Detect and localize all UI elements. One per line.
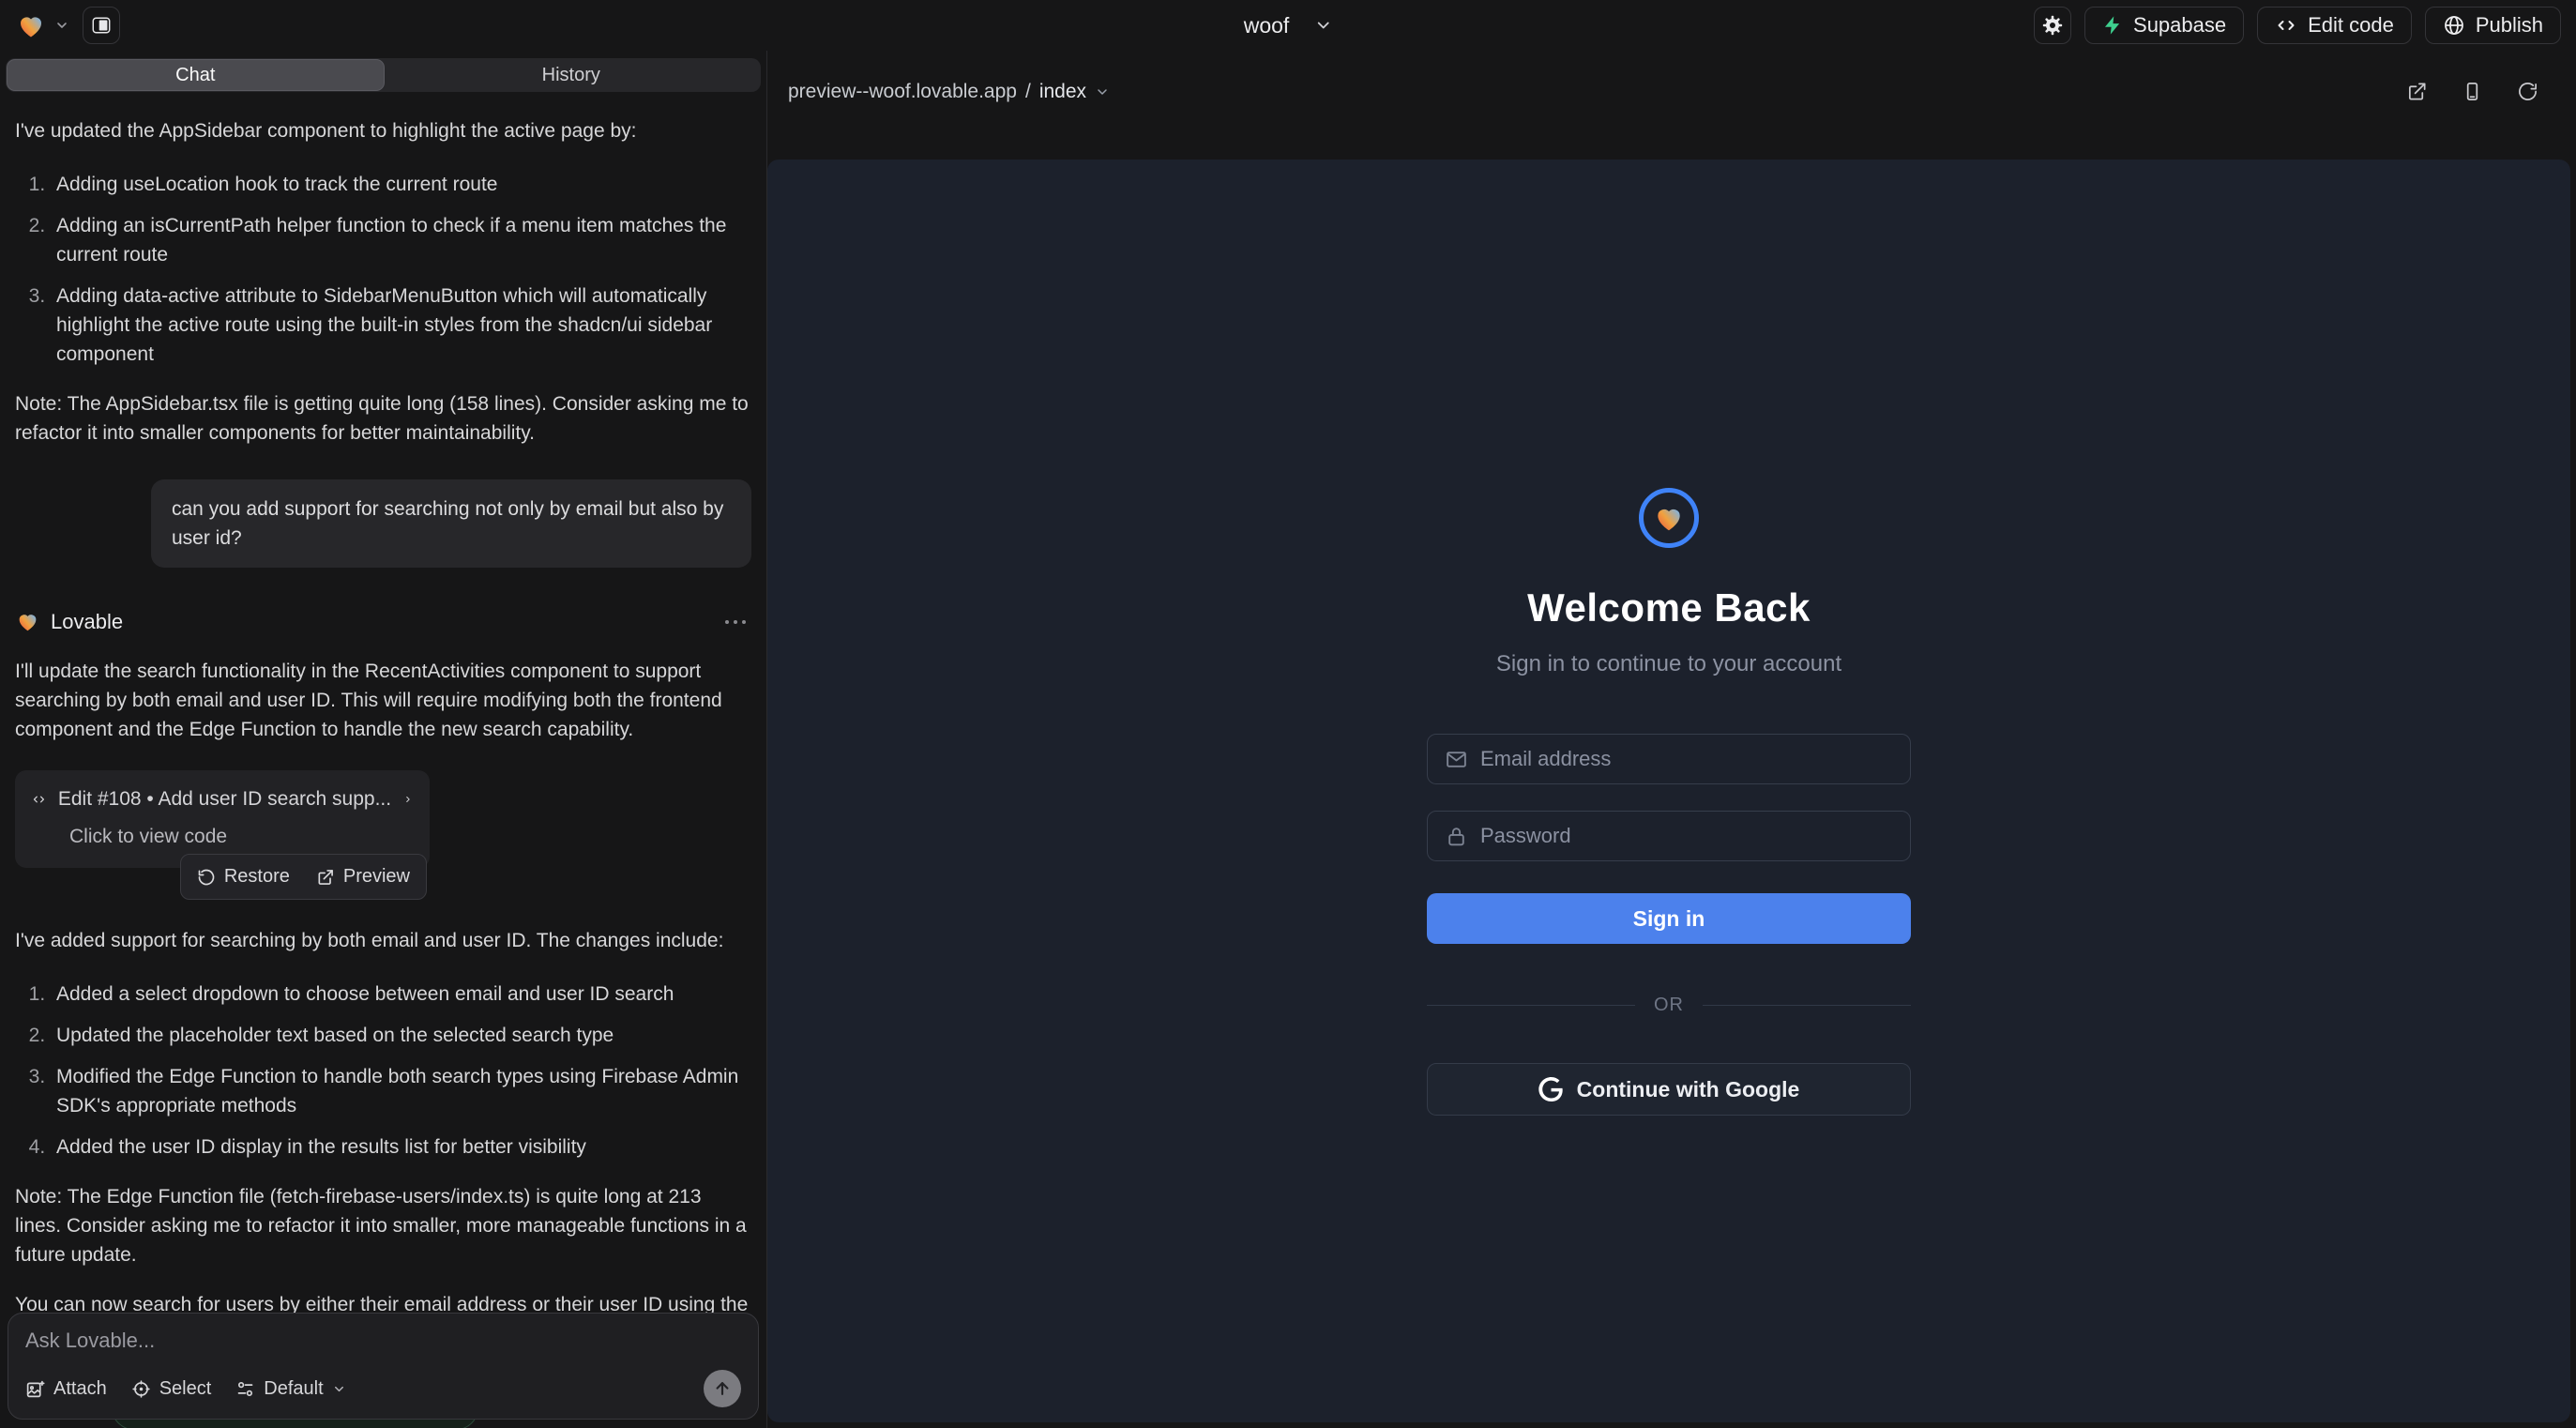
chevron-down-icon bbox=[332, 1382, 346, 1396]
edit-card-actions: Restore Preview bbox=[180, 854, 427, 900]
assistant-paragraph: I've updated the AppSidebar component to… bbox=[15, 116, 751, 145]
supabase-icon bbox=[2102, 15, 2123, 36]
chat-panel: Chat History I've updated the AppSidebar… bbox=[0, 51, 767, 1428]
or-divider: OR bbox=[1427, 995, 1911, 1016]
code-brackets-icon bbox=[2275, 14, 2297, 37]
restore-button[interactable]: Restore bbox=[197, 862, 290, 891]
edit-code-button[interactable]: Edit code bbox=[2257, 7, 2412, 44]
gear-icon bbox=[2041, 14, 2064, 37]
globe-icon bbox=[2443, 14, 2465, 37]
chevron-down-icon bbox=[54, 18, 69, 33]
user-message-bubble: can you add support for searching not on… bbox=[151, 479, 751, 568]
list-item: Adding data-active attribute to SidebarM… bbox=[51, 281, 751, 369]
project-name: woof bbox=[1244, 13, 1290, 38]
lovable-logo-heart-icon[interactable] bbox=[15, 11, 69, 40]
app-logo bbox=[1639, 488, 1699, 548]
settings-button[interactable] bbox=[2034, 7, 2071, 44]
preview-button[interactable]: Preview bbox=[316, 862, 410, 891]
edit-code-card[interactable]: Edit #108 • Add user ID search supp... C… bbox=[15, 770, 430, 868]
tab-chat[interactable]: Chat bbox=[8, 60, 384, 90]
preview-panel: preview--woof.lovable.app / index bbox=[767, 51, 2576, 1428]
list-item: Added the user ID display in the results… bbox=[51, 1132, 751, 1162]
chat-history-tabs: Chat History bbox=[6, 58, 761, 92]
lovable-app-window: woof bbox=[0, 0, 2576, 1428]
list-item: Modified the Edge Function to handle bot… bbox=[51, 1062, 751, 1120]
assistant-paragraph: I'll update the search functionality in … bbox=[15, 657, 751, 744]
composer: Ask Lovable... Attach Select Default bbox=[8, 1313, 759, 1420]
list-item: Adding useLocation hook to track the cur… bbox=[51, 170, 751, 199]
refresh-button[interactable] bbox=[2517, 81, 2538, 102]
mobile-phone-icon bbox=[2462, 81, 2483, 102]
chat-scroll-area[interactable]: I've updated the AppSidebar component to… bbox=[0, 92, 766, 1428]
code-brackets-icon bbox=[32, 789, 46, 810]
password-placeholder: Password bbox=[1480, 824, 1571, 848]
external-link-icon bbox=[2406, 81, 2428, 102]
send-button[interactable] bbox=[704, 1370, 741, 1407]
composer-input[interactable]: Ask Lovable... bbox=[25, 1329, 741, 1353]
password-field[interactable]: Password bbox=[1427, 811, 1911, 861]
tab-history[interactable]: History bbox=[384, 60, 760, 90]
select-button[interactable]: Select bbox=[131, 1378, 212, 1400]
email-field[interactable]: Email address bbox=[1427, 734, 1911, 784]
assistant-note: Note: The Edge Function file (fetch-fire… bbox=[15, 1182, 751, 1269]
project-switcher[interactable]: woof bbox=[1244, 0, 1333, 51]
assistant-list: Added a select dropdown to choose betwee… bbox=[15, 980, 751, 1162]
assistant-paragraph: I've added support for searching by both… bbox=[15, 926, 751, 955]
target-icon bbox=[131, 1379, 151, 1399]
signin-button[interactable]: Sign in bbox=[1427, 893, 1911, 944]
assistant-header: Lovable bbox=[15, 607, 751, 636]
edit-card-subtitle: Click to view code bbox=[32, 822, 413, 851]
publish-button[interactable]: Publish bbox=[2425, 7, 2561, 44]
top-bar: woof bbox=[0, 0, 2576, 51]
preview-header: preview--woof.lovable.app / index bbox=[767, 51, 2576, 160]
preview-url-selector[interactable]: preview--woof.lovable.app / index bbox=[788, 73, 1110, 103]
lovable-heart-icon bbox=[15, 610, 40, 633]
list-item: Adding an isCurrentPath helper function … bbox=[51, 211, 751, 269]
envelope-icon bbox=[1445, 748, 1468, 771]
sidebar-panel-icon bbox=[91, 15, 112, 36]
lock-icon bbox=[1445, 825, 1468, 848]
chevron-right-icon bbox=[403, 791, 413, 808]
restore-icon bbox=[197, 868, 216, 887]
chevron-down-icon bbox=[1313, 16, 1332, 35]
arrow-up-icon bbox=[713, 1379, 732, 1398]
mobile-view-button[interactable] bbox=[2462, 81, 2483, 102]
heart-icon bbox=[1652, 503, 1686, 534]
attach-image-icon bbox=[25, 1379, 45, 1399]
edit-card-title: Edit #108 • Add user ID search supp... bbox=[58, 784, 391, 813]
app-preview-frame: Welcome Back Sign in to continue to your… bbox=[767, 160, 2570, 1422]
sliders-icon bbox=[235, 1379, 255, 1399]
assistant-name: Lovable bbox=[51, 607, 123, 636]
signin-card: Welcome Back Sign in to continue to your… bbox=[1427, 488, 1911, 1116]
chevron-down-icon bbox=[1095, 84, 1110, 99]
refresh-icon bbox=[2517, 81, 2538, 102]
google-signin-button[interactable]: Continue with Google bbox=[1427, 1063, 1911, 1116]
list-item: Updated the placeholder text based on th… bbox=[51, 1021, 751, 1050]
supabase-button[interactable]: Supabase bbox=[2084, 7, 2244, 44]
attach-button[interactable]: Attach bbox=[25, 1378, 107, 1400]
list-item: Added a select dropdown to choose betwee… bbox=[51, 980, 751, 1009]
chat-mode-selector[interactable]: Default bbox=[235, 1378, 345, 1400]
external-link-icon bbox=[316, 868, 335, 887]
signin-subtitle: Sign in to continue to your account bbox=[1496, 651, 1841, 677]
open-in-new-tab-button[interactable] bbox=[2406, 81, 2428, 102]
assistant-list: Adding useLocation hook to track the cur… bbox=[15, 170, 751, 369]
message-more-options-icon[interactable] bbox=[720, 615, 751, 630]
toggle-sidebar-button[interactable] bbox=[83, 7, 120, 44]
google-g-icon bbox=[1538, 1077, 1563, 1101]
signin-title: Welcome Back bbox=[1527, 585, 1811, 630]
preview-url-host: preview--woof.lovable.app bbox=[788, 81, 1017, 103]
email-placeholder: Email address bbox=[1480, 747, 1611, 771]
assistant-note: Note: The AppSidebar.tsx file is getting… bbox=[15, 389, 751, 448]
preview-url-page: index bbox=[1039, 81, 1086, 103]
